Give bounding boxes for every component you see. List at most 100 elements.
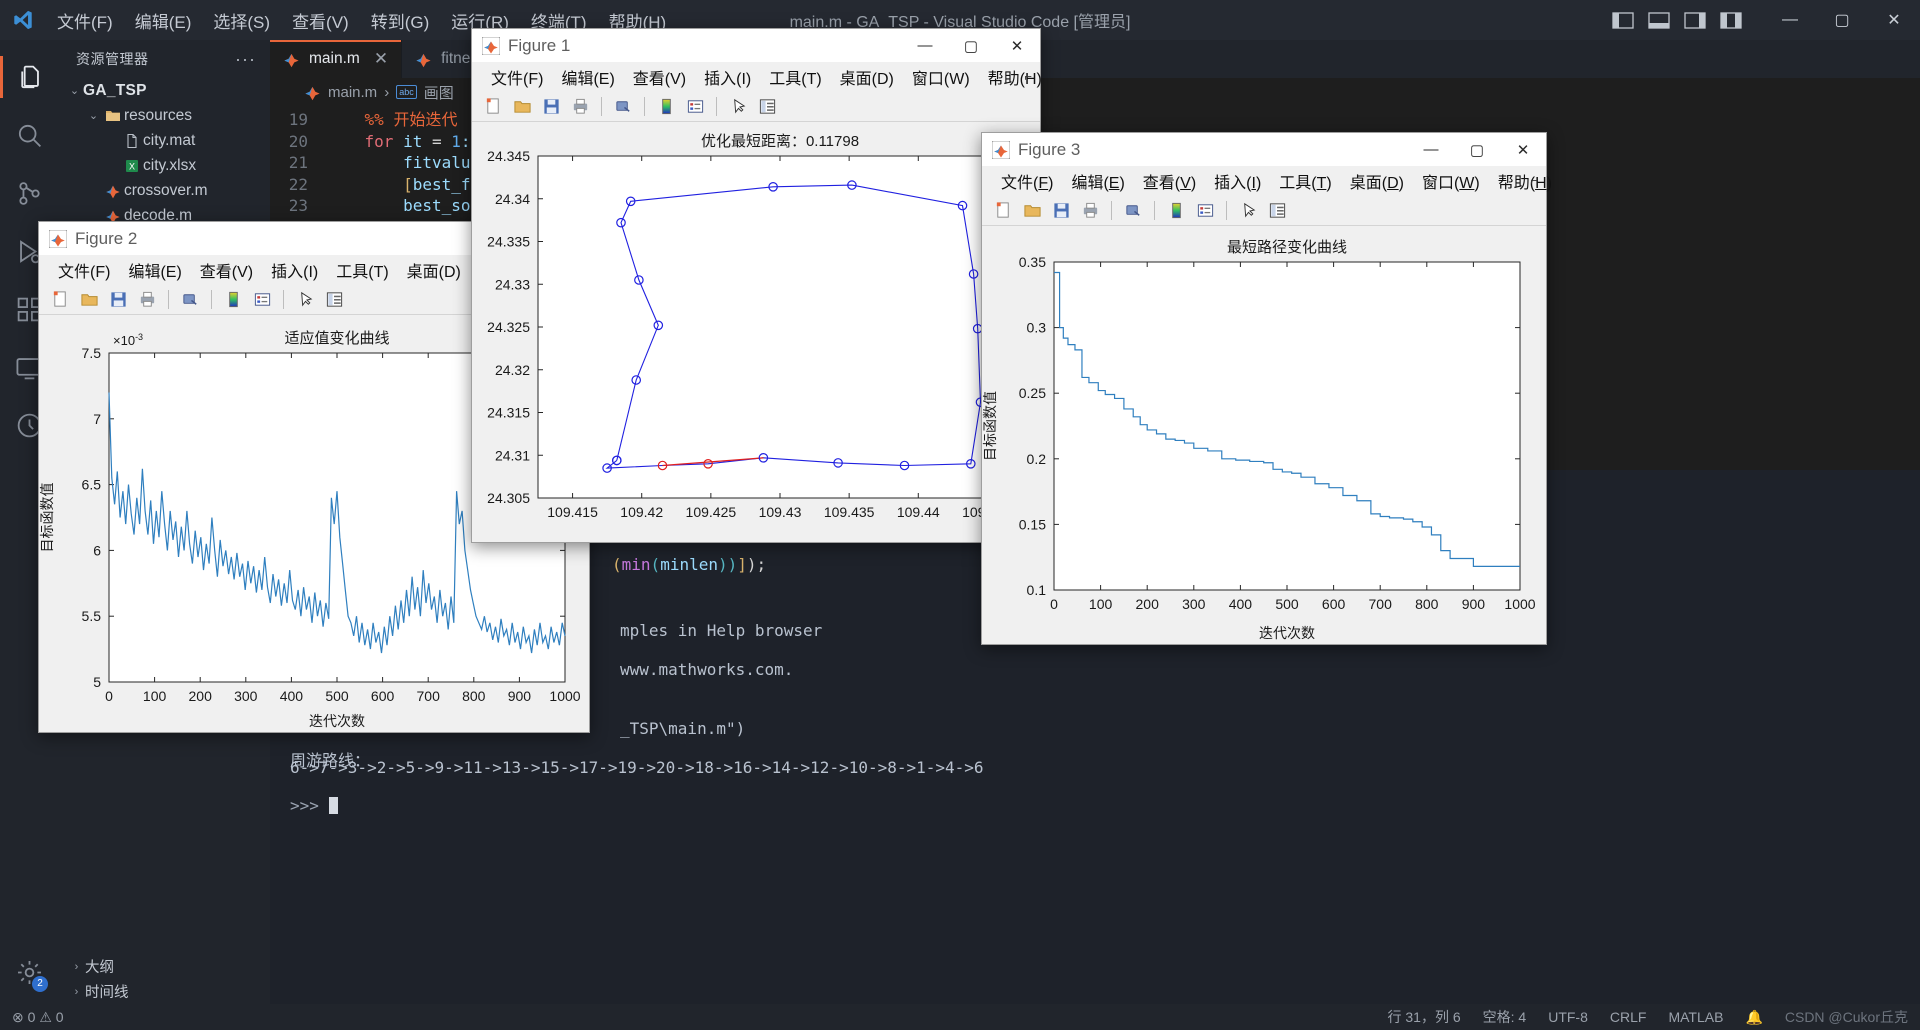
- chevron-right-icon[interactable]: ›: [68, 986, 85, 998]
- figure-menu-overflow-icon[interactable]: ⌐: [1024, 69, 1032, 84]
- pointer-icon[interactable]: [1235, 198, 1261, 222]
- menu-go[interactable]: 转到(G): [360, 4, 441, 37]
- activity-explorer[interactable]: [0, 48, 58, 106]
- figure1-window[interactable]: Figure 1— ▢ ✕ 文件(F) 编辑(E) 查看(V) 插入(I) 工具(T) 桌面(D…: [471, 28, 1042, 543]
- figure-menubar[interactable]: 文件(F)编辑(E)查看(V)插入(I)工具(T)桌面(D)窗口(W)帮助(H)…: [982, 166, 1552, 195]
- toggle-panel-icon[interactable]: [1648, 11, 1670, 29]
- colorbar-icon[interactable]: [1163, 198, 1189, 222]
- data-inspector-icon[interactable]: [321, 287, 347, 311]
- figure-maximize-button[interactable]: ▢: [948, 29, 994, 62]
- figure-menu-0[interactable]: 文件(F): [992, 167, 1062, 195]
- legend-icon[interactable]: [249, 287, 275, 311]
- figure-menu-1[interactable]: 编辑(E): [552, 63, 623, 91]
- figure-menu-6[interactable]: 窗口(W): [1413, 167, 1489, 195]
- figure-close-button[interactable]: ✕: [1500, 133, 1546, 166]
- figure-toolbar[interactable]: [982, 195, 1546, 226]
- tree-item-resources[interactable]: ⌄ resources: [58, 103, 270, 128]
- link-plot-icon[interactable]: [610, 94, 636, 118]
- figure-maximize-button[interactable]: ▢: [1454, 133, 1500, 166]
- status-cursor-position[interactable]: 行 31，列 6: [1388, 1007, 1461, 1027]
- chevron-right-icon[interactable]: ›: [68, 961, 85, 973]
- activity-settings[interactable]: 2: [0, 946, 58, 1004]
- figure-canvas[interactable]: 0 100 200 300 400 500 600 700 800 900 1000 0.1 0.15 0…: [982, 226, 1546, 644]
- figure-menu-5[interactable]: 桌面(D): [1341, 167, 1413, 195]
- figure-menu-3[interactable]: 插入(I): [1205, 167, 1270, 195]
- activity-search[interactable]: [0, 106, 58, 164]
- sidebar-section-大纲[interactable]: › 大纲: [58, 954, 270, 979]
- figure-menu-2[interactable]: 查看(V): [191, 256, 262, 284]
- print-icon[interactable]: [567, 94, 593, 118]
- customize-layout-icon[interactable]: [1720, 11, 1742, 29]
- open-file-icon[interactable]: [76, 287, 102, 311]
- figure-menu-3[interactable]: 插入(I): [695, 63, 760, 91]
- tree-item-city-mat[interactable]: city.mat: [58, 128, 270, 153]
- legend-icon[interactable]: [682, 94, 708, 118]
- figure-menu-1[interactable]: 编辑(E): [119, 256, 190, 284]
- toggle-secondary-sidebar-icon[interactable]: [1684, 11, 1706, 29]
- menu-file[interactable]: 文件(F): [46, 4, 124, 37]
- figure-titlebar[interactable]: Figure 3 — ▢ ✕: [982, 133, 1546, 166]
- figure-menu-5[interactable]: 桌面(D): [398, 256, 470, 284]
- print-icon[interactable]: [134, 287, 160, 311]
- window-maximize-button[interactable]: ▢: [1816, 0, 1868, 40]
- status-indentation[interactable]: 空格: 4: [1483, 1007, 1527, 1027]
- pointer-icon[interactable]: [292, 287, 318, 311]
- breadcrumb-symbol[interactable]: 画图: [424, 82, 454, 103]
- figure-titlebar[interactable]: Figure 1 — ▢ ✕: [472, 29, 1040, 62]
- colorbar-icon[interactable]: [220, 287, 246, 311]
- file-tree[interactable]: ⌄ GA_TSP ⌄ resources city.mat Xcity.xlsx cross…: [58, 78, 270, 228]
- bell-icon[interactable]: 🔔: [1745, 1009, 1762, 1026]
- toggle-primary-sidebar-icon[interactable]: [1612, 11, 1634, 29]
- sidebar-section-时间线[interactable]: › 时间线: [58, 979, 270, 1004]
- pointer-icon[interactable]: [725, 94, 751, 118]
- window-minimize-button[interactable]: —: [1764, 0, 1816, 40]
- figure-menu-4[interactable]: 工具(T): [327, 256, 397, 284]
- figure-minimize-button[interactable]: —: [902, 29, 948, 62]
- colorbar-icon[interactable]: [653, 94, 679, 118]
- new-figure-icon[interactable]: [480, 94, 506, 118]
- new-figure-icon[interactable]: [990, 198, 1016, 222]
- data-inspector-icon[interactable]: [1264, 198, 1290, 222]
- menu-selection[interactable]: 选择(S): [202, 4, 281, 37]
- figure-menu-2[interactable]: 查看(V): [624, 63, 695, 91]
- menu-view[interactable]: 查看(V): [281, 4, 360, 37]
- activity-source-control[interactable]: [0, 164, 58, 222]
- figure-menu-3[interactable]: 插入(I): [262, 256, 327, 284]
- chevron-down-icon[interactable]: ⌄: [85, 109, 102, 122]
- figure3-window[interactable]: Figure 3— ▢ ✕ 文件(F) 编辑(E) 查看(V) 插入(I) 工具(T) 桌面(D…: [981, 132, 1552, 645]
- save-icon[interactable]: [1048, 198, 1074, 222]
- status-problems[interactable]: ⊗ 0 ⚠ 0: [12, 1009, 64, 1026]
- open-file-icon[interactable]: [509, 94, 535, 118]
- link-plot-icon[interactable]: [1120, 198, 1146, 222]
- link-plot-icon[interactable]: [177, 287, 203, 311]
- figure-close-button[interactable]: ✕: [994, 29, 1040, 62]
- tree-item-ga-tsp[interactable]: ⌄ GA_TSP: [58, 78, 270, 103]
- figure-menu-7[interactable]: 帮助(H): [1489, 167, 1561, 195]
- figure-toolbar[interactable]: [472, 91, 1040, 122]
- menu-edit[interactable]: 编辑(E): [124, 4, 203, 37]
- status-eol[interactable]: CRLF: [1610, 1009, 1647, 1025]
- figure-menu-1[interactable]: 编辑(E): [1062, 167, 1133, 195]
- figure-minimize-button[interactable]: —: [1408, 133, 1454, 166]
- open-file-icon[interactable]: [1019, 198, 1045, 222]
- save-icon[interactable]: [105, 287, 131, 311]
- figure-menu-6[interactable]: 窗口(W): [903, 63, 979, 91]
- figure-menu-4[interactable]: 工具(T): [760, 63, 830, 91]
- explorer-more-icon[interactable]: ···: [235, 49, 256, 70]
- figure-menu-4[interactable]: 工具(T): [1270, 167, 1340, 195]
- data-inspector-icon[interactable]: [754, 94, 780, 118]
- tree-item-crossover-m[interactable]: crossover.m: [58, 178, 270, 203]
- chevron-down-icon[interactable]: ⌄: [66, 84, 83, 97]
- figure-canvas[interactable]: 109.415109.42109.425109.43109.435109.441…: [472, 122, 1040, 542]
- figure-menu-2[interactable]: 查看(V): [1134, 167, 1205, 195]
- tab-main-m[interactable]: main.m ✕: [270, 40, 403, 78]
- status-language-mode[interactable]: MATLAB: [1668, 1009, 1723, 1025]
- figure-menu-5[interactable]: 桌面(D): [831, 63, 903, 91]
- figure-menubar[interactable]: 文件(F)编辑(E)查看(V)插入(I)工具(T)桌面(D)窗口(W)帮助(H)…: [472, 62, 1042, 91]
- new-figure-icon[interactable]: [47, 287, 73, 311]
- figure-menu-7[interactable]: 帮助(H): [979, 63, 1051, 91]
- window-close-button[interactable]: ✕: [1868, 0, 1920, 40]
- tree-item-city-xlsx[interactable]: Xcity.xlsx: [58, 153, 270, 178]
- tab-close-icon[interactable]: ✕: [374, 49, 388, 69]
- figure-menu-overflow-icon[interactable]: ⌐: [1530, 173, 1538, 188]
